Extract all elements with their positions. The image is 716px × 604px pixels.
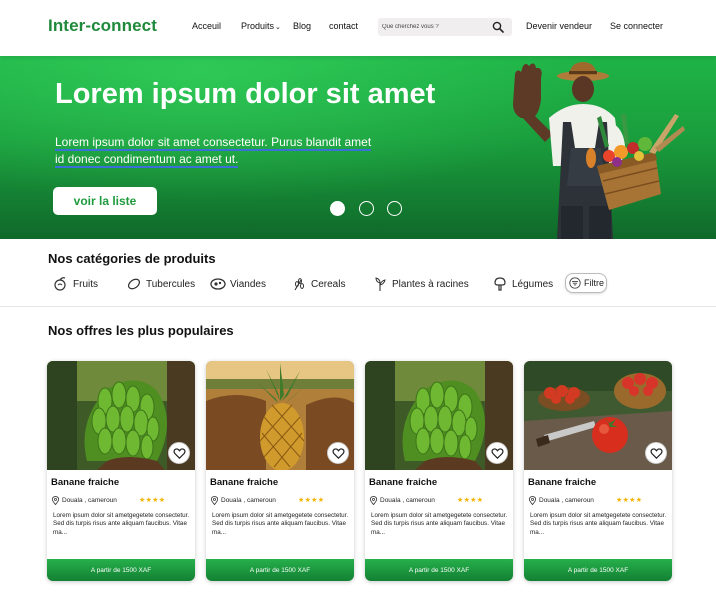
product-price-button[interactable]: A partir de 1500 XAF [524, 559, 672, 581]
offers-title: Nos offres les plus populaires [48, 323, 234, 338]
product-location: Douala , cameroun [51, 496, 117, 505]
product-location: Douala , cameroun [369, 496, 435, 505]
product-location-text: Douala , cameroun [62, 497, 117, 504]
meat-icon [210, 278, 226, 290]
category-legumes[interactable]: Légumes [492, 275, 553, 293]
product-location: Douala , cameroun [210, 496, 276, 505]
location-pin-icon [210, 496, 219, 505]
nav-produits-label: Produits [241, 21, 275, 31]
favorite-button[interactable] [486, 442, 508, 464]
rating-stars: ★★★★ [457, 497, 484, 504]
category-cereals[interactable]: Cereals [291, 275, 345, 293]
nav-blog[interactable]: Blog [293, 21, 311, 31]
category-fruits[interactable]: Fruits [53, 275, 98, 293]
product-description: Lorem ipsum dolor sit ametgegetete conse… [212, 512, 349, 536]
search-bar [378, 18, 512, 36]
nav-contact[interactable]: contact [329, 21, 358, 31]
favorite-button[interactable] [168, 442, 190, 464]
chevron-down-icon: ⌄ [275, 24, 281, 31]
voir-la-liste-button[interactable]: voir la liste [53, 187, 157, 215]
categories-title: Nos catégories de produits [48, 251, 216, 266]
cereals-icon [294, 278, 304, 291]
nav-produits[interactable]: Produits⌄ [241, 21, 281, 31]
heart-icon [649, 447, 663, 459]
carousel-dot-2[interactable] [359, 201, 374, 216]
product-card[interactable]: Banane fraiche Douala , cameroun ★★★★ Lo… [47, 361, 195, 581]
product-description: Lorem ipsum dolor sit ametgegetete conse… [53, 512, 190, 536]
carousel-dot-1[interactable] [330, 201, 345, 216]
hero-subtitle: Lorem ipsum dolor sit amet consectetur. … [55, 134, 435, 168]
search-input[interactable] [382, 20, 488, 34]
product-description: Lorem ipsum dolor sit ametgegetete conse… [371, 512, 508, 536]
product-name: Banane fraiche [210, 477, 279, 488]
filter-label: Filtre [584, 278, 604, 288]
category-plantes-racines[interactable]: Plantes à racines [372, 275, 469, 293]
rating-stars: ★★★★ [616, 497, 643, 504]
product-location: Douala , cameroun [528, 496, 594, 505]
product-price-button[interactable]: A partir de 1500 XAF [206, 559, 354, 581]
nav-se-connecter[interactable]: Se connecter [610, 21, 663, 31]
category-fruits-label: Fruits [73, 278, 98, 290]
nav-accueil[interactable]: Acceuil [192, 21, 221, 31]
product-price-button[interactable]: A partir de 1500 XAF [365, 559, 513, 581]
product-name: Banane fraiche [528, 477, 597, 488]
search-icon[interactable] [492, 21, 504, 33]
filter-icon [569, 277, 581, 289]
heart-icon [331, 447, 345, 459]
rating-stars: ★★★★ [139, 497, 166, 504]
category-tubercules[interactable]: Tubercules [126, 275, 195, 293]
nav-devenir-vendeur[interactable]: Devenir vendeur [526, 21, 592, 31]
fruits-icon [54, 277, 66, 291]
product-description: Lorem ipsum dolor sit ametgegetete conse… [530, 512, 667, 536]
logo[interactable]: Inter-connect [48, 16, 157, 36]
categories-bar: Fruits Tubercules Viandes Cereals Plante… [0, 272, 716, 296]
location-pin-icon [528, 496, 537, 505]
rating-stars: ★★★★ [298, 497, 325, 504]
category-viandes-label: Viandes [230, 278, 266, 290]
product-name: Banane fraiche [369, 477, 438, 488]
product-card[interactable]: Banane fraiche Douala , cameroun ★★★★ Lo… [206, 361, 354, 581]
header: Inter-connect Acceuil Produits⌄ Blog con… [0, 0, 716, 56]
category-plantes-label: Plantes à racines [392, 278, 469, 290]
heart-icon [172, 447, 186, 459]
hero-banner: Lorem ipsum dolor sit amet Lorem ipsum d… [0, 56, 716, 239]
location-pin-icon [51, 496, 60, 505]
hero-title: Lorem ipsum dolor sit amet [55, 78, 436, 110]
product-location-text: Douala , cameroun [221, 497, 276, 504]
category-cereals-label: Cereals [311, 278, 346, 290]
product-location-text: Douala , cameroun [539, 497, 594, 504]
vegetables-icon [494, 277, 506, 291]
hero-subtitle-line2: id donec condimentum ac amet ut. [55, 152, 239, 168]
favorite-button[interactable] [327, 442, 349, 464]
plant-icon [375, 277, 386, 291]
location-pin-icon [369, 496, 378, 505]
farmer-image [513, 62, 685, 239]
heart-icon [490, 447, 504, 459]
category-legumes-label: Légumes [512, 278, 554, 290]
category-viandes[interactable]: Viandes [210, 275, 266, 293]
category-tubercules-label: Tubercules [146, 278, 196, 290]
product-card[interactable]: Banane fraiche Douala , cameroun ★★★★ Lo… [524, 361, 672, 581]
filter-button[interactable]: Filtre [565, 273, 607, 293]
favorite-button[interactable] [645, 442, 667, 464]
tuber-icon [127, 278, 141, 290]
product-name: Banane fraiche [51, 477, 120, 488]
product-price-button[interactable]: A partir de 1500 XAF [47, 559, 195, 581]
section-divider [0, 306, 716, 307]
hero-subtitle-line1: Lorem ipsum dolor sit amet consectetur. … [55, 135, 372, 151]
product-location-text: Douala , cameroun [380, 497, 435, 504]
product-card[interactable]: Banane fraiche Douala , cameroun ★★★★ Lo… [365, 361, 513, 581]
carousel-dot-3[interactable] [387, 201, 402, 216]
